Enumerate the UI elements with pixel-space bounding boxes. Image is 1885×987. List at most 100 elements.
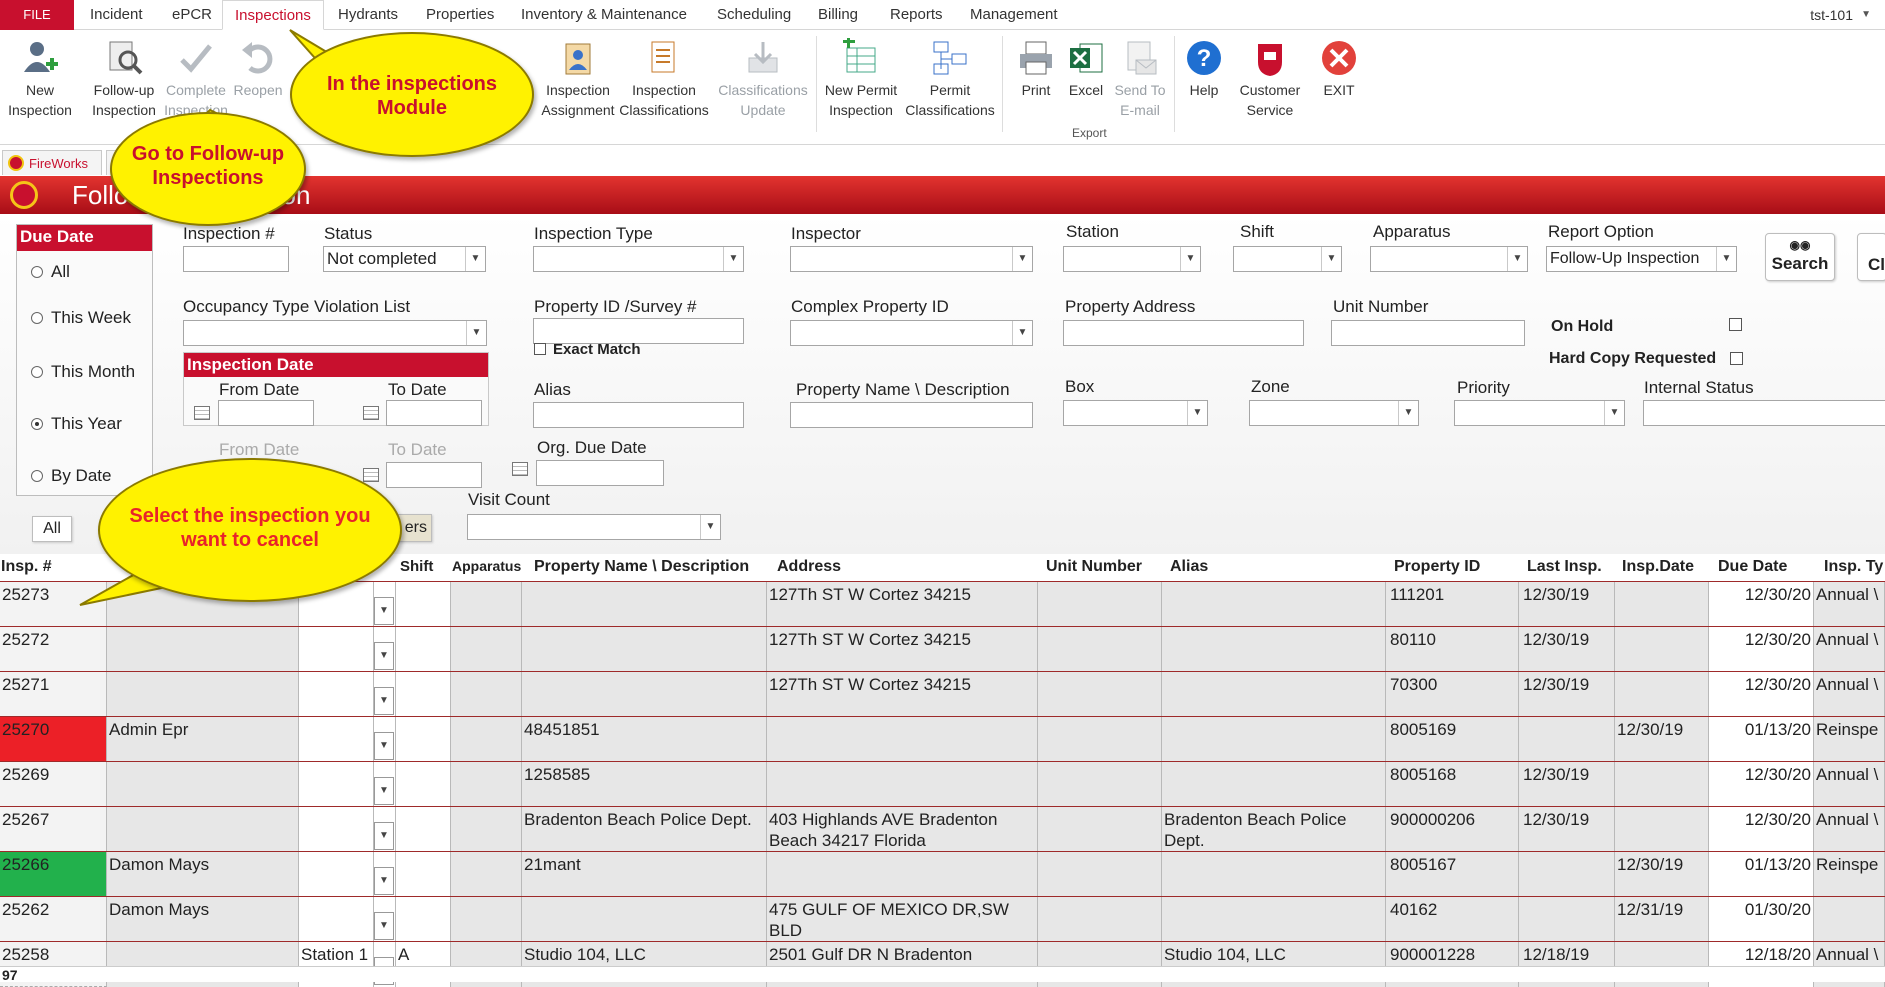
inspection-number-input[interactable]	[183, 246, 289, 272]
cell-insp-num[interactable]: 25266	[0, 852, 107, 897]
unit-number-input[interactable]	[1331, 320, 1525, 346]
col-header-last-insp[interactable]: Last Insp.	[1527, 558, 1602, 576]
cell-row-dropdown[interactable]: ▼	[374, 807, 396, 852]
chevron-down-icon[interactable]: ▼	[374, 597, 394, 625]
cell-insp-num[interactable]: 25272	[0, 627, 107, 672]
table-row[interactable]: 25266 Damon Mays ▼ 21mant 8005167 12/30/19 01/…	[0, 851, 1885, 897]
all-button[interactable]: All	[32, 516, 72, 542]
chevron-down-icon[interactable]: ▼	[700, 515, 720, 539]
tab-fireworks[interactable]: FireWorks	[2, 150, 102, 175]
col-header-insp-num[interactable]: Insp. #	[1, 558, 52, 576]
complete-inspection-button[interactable]: Complete Inspection	[160, 38, 232, 120]
col-header-unit-number[interactable]: Unit Number	[1046, 558, 1142, 576]
chevron-down-icon[interactable]: ▼	[1012, 321, 1032, 345]
col-header-alias[interactable]: Alias	[1170, 558, 1208, 576]
col-header-apparatus[interactable]: Apparatus	[452, 558, 521, 574]
send-email-button[interactable]: Send To E-mail	[1112, 38, 1168, 120]
box-select[interactable]: ▼	[1063, 400, 1208, 426]
complex-property-select[interactable]: ▼	[790, 320, 1033, 346]
calendar-icon[interactable]	[363, 406, 379, 420]
cell-row-dropdown[interactable]: ▼	[374, 762, 396, 807]
table-row[interactable]: 25269 ▼ 1258585 8005168 12/30/19 12/30/20 Annu…	[0, 761, 1885, 807]
cell-insp-num[interactable]: 25267	[0, 807, 107, 852]
tab-billing[interactable]: Billing	[818, 0, 858, 30]
col-header-insp-date[interactable]: Insp.Date	[1622, 558, 1694, 576]
help-button[interactable]: ? Help	[1184, 38, 1224, 100]
property-address-input[interactable]	[1063, 320, 1304, 346]
chevron-down-icon[interactable]: ▼	[1716, 247, 1736, 271]
inspection-classifications-button[interactable]: Inspection Classifications	[616, 38, 712, 120]
tab-reports[interactable]: Reports	[890, 0, 943, 30]
col-header-property-name[interactable]: Property Name \ Description	[534, 558, 749, 576]
table-row[interactable]: 25271 ▼ 127Th ST W Cortez 34215 70300 12/30/…	[0, 671, 1885, 717]
cell-row-dropdown[interactable]: ▼	[374, 582, 396, 627]
internal-status-input[interactable]	[1643, 400, 1885, 426]
chevron-down-icon[interactable]: ▼	[374, 642, 394, 670]
chevron-down-icon[interactable]: ▼	[374, 822, 394, 850]
calendar-icon[interactable]	[512, 462, 528, 476]
table-row[interactable]: 25262 Damon Mays ▼ 475 GULF OF MEXICO DR,SW…	[0, 896, 1885, 942]
zone-select[interactable]: ▼	[1249, 400, 1419, 426]
chevron-down-icon[interactable]: ▼	[1180, 247, 1200, 271]
property-name-input[interactable]	[790, 402, 1033, 428]
calendar-icon[interactable]	[194, 406, 210, 420]
by-date-to-input[interactable]	[386, 462, 482, 488]
tab-incident[interactable]: Incident	[90, 0, 143, 30]
user-id[interactable]: tst-101	[1810, 0, 1853, 30]
station-select[interactable]: ▼	[1063, 246, 1201, 272]
tab-file[interactable]: FILE	[0, 0, 74, 30]
search-button[interactable]: ◉◉ Search	[1765, 233, 1835, 281]
chevron-down-icon[interactable]: ▼	[374, 732, 394, 760]
tab-epcr[interactable]: ePCR	[172, 0, 212, 30]
report-option-select[interactable]: Follow-Up Inspection ▼	[1546, 246, 1737, 272]
chevron-down-icon[interactable]: ▼	[374, 867, 394, 895]
inspector-select[interactable]: ▼	[790, 246, 1033, 272]
col-header-property-id[interactable]: Property ID	[1394, 558, 1480, 576]
exact-match-checkbox[interactable]	[534, 343, 546, 355]
chevron-down-icon[interactable]: ▼	[1321, 247, 1341, 271]
cell-insp-num[interactable]: 25273	[0, 582, 107, 627]
cell-insp-num[interactable]: 25262	[0, 897, 107, 942]
cell-row-dropdown[interactable]: ▼	[374, 852, 396, 897]
col-header-address[interactable]: Address	[777, 558, 841, 576]
cell-row-dropdown[interactable]: ▼	[374, 717, 396, 762]
chevron-down-icon[interactable]: ▼	[1398, 401, 1418, 425]
shift-select[interactable]: ▼	[1233, 246, 1342, 272]
cell-row-dropdown[interactable]: ▼	[374, 672, 396, 717]
due-this-week-radio[interactable]	[31, 312, 43, 324]
chevron-down-icon[interactable]: ▼	[1187, 401, 1207, 425]
cell-row-dropdown[interactable]: ▼	[374, 897, 396, 942]
chevron-down-icon[interactable]: ▼	[723, 247, 743, 271]
due-this-year-radio[interactable]	[31, 418, 43, 430]
visit-count-select[interactable]: ▼	[467, 514, 721, 540]
tab-properties[interactable]: Properties	[426, 0, 494, 30]
new-permit-inspection-button[interactable]: New Permit Inspection	[820, 38, 902, 120]
col-header-shift[interactable]: Shift	[400, 558, 433, 575]
due-this-month-radio[interactable]	[31, 366, 43, 378]
tab-scheduling[interactable]: Scheduling	[717, 0, 791, 30]
due-all-radio[interactable]	[31, 266, 43, 278]
followup-inspection-button[interactable]: Follow-up Inspection	[86, 38, 162, 120]
from-date-input[interactable]	[218, 400, 314, 426]
chevron-down-icon[interactable]: ▼	[465, 247, 485, 271]
chevron-down-icon[interactable]: ▼	[1604, 401, 1624, 425]
chevron-down-icon[interactable]: ▼	[1507, 247, 1527, 271]
col-header-insp-type[interactable]: Insp. Ty	[1824, 558, 1883, 576]
cell-row-dropdown[interactable]: ▼	[374, 627, 396, 672]
tab-inspections[interactable]: Inspections	[222, 0, 324, 30]
customer-service-button[interactable]: Customer Service	[1234, 38, 1306, 120]
permit-classifications-button[interactable]: Permit Classifications	[902, 38, 998, 120]
chevron-down-icon[interactable]: ▼	[374, 912, 394, 940]
hard-copy-checkbox[interactable]	[1730, 352, 1743, 365]
inspection-type-select[interactable]: ▼	[533, 246, 744, 272]
new-inspection-button[interactable]: New Inspection	[4, 38, 76, 120]
due-by-date-radio[interactable]	[31, 470, 43, 482]
cell-insp-num[interactable]: 25271	[0, 672, 107, 717]
excel-button[interactable]: Excel	[1064, 38, 1108, 100]
chevron-down-icon[interactable]: ▼	[466, 321, 486, 345]
tab-inventory[interactable]: Inventory & Maintenance	[521, 0, 687, 30]
tab-management[interactable]: Management	[970, 0, 1058, 30]
clear-button[interactable]: Cl	[1857, 233, 1885, 281]
apparatus-select[interactable]: ▼	[1370, 246, 1528, 272]
chevron-down-icon[interactable]: ▼	[1861, 0, 1871, 30]
